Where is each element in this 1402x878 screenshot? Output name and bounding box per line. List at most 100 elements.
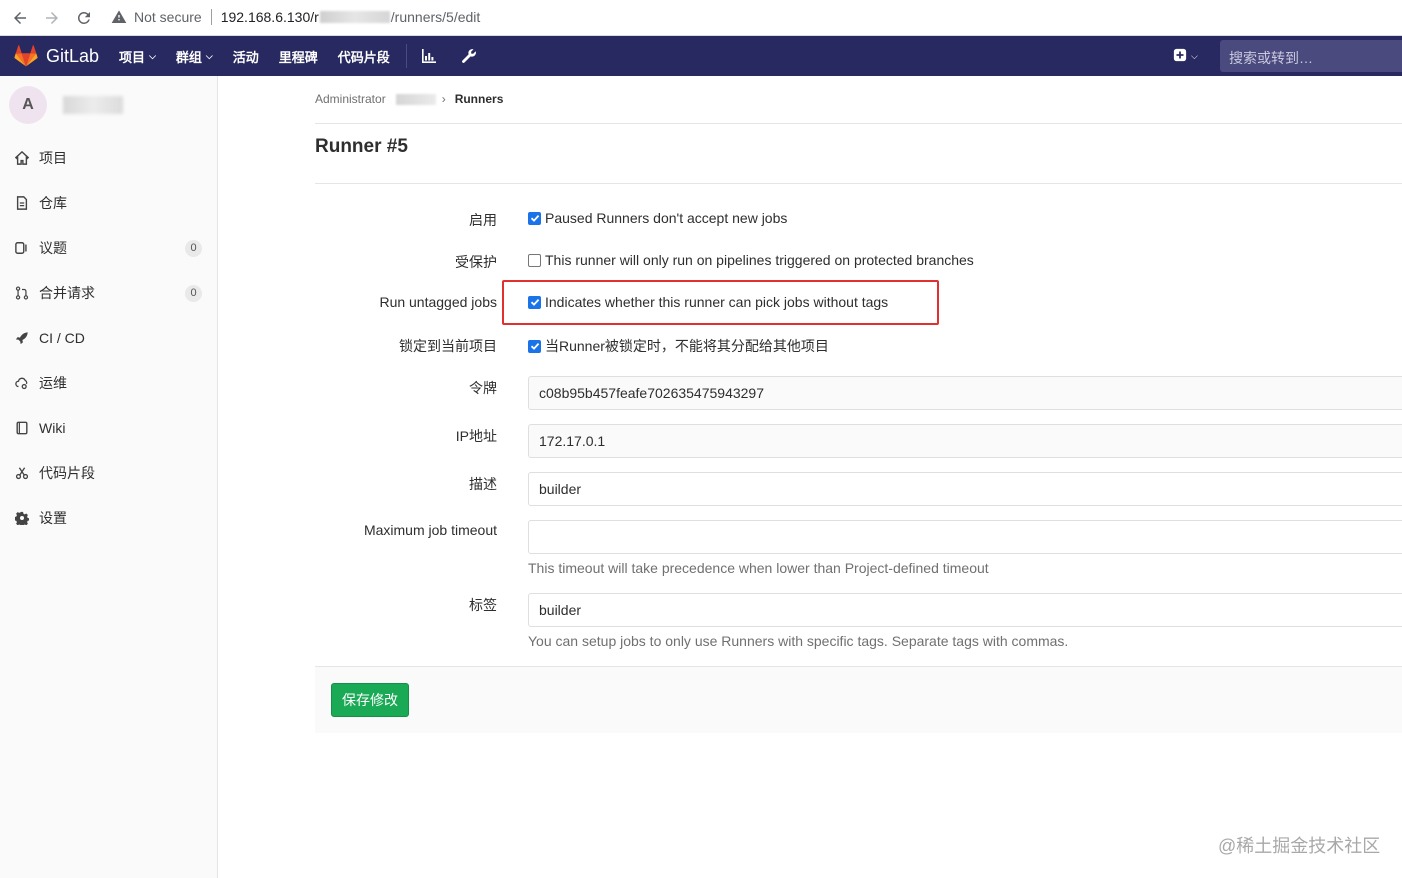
- breadcrumb-divider: [315, 123, 1402, 124]
- title-divider: [315, 183, 1402, 184]
- tanuki-icon: [14, 45, 38, 67]
- gitlab-logo[interactable]: GitLab: [14, 45, 99, 67]
- active-label: 启用: [469, 212, 497, 228]
- new-item-dropdown[interactable]: ⌵: [1173, 48, 1198, 65]
- menu-groups-label: 群组: [175, 49, 202, 65]
- description-field[interactable]: builder: [528, 472, 1402, 506]
- sidebar-item-issues[interactable]: 议题 0: [0, 231, 217, 265]
- menu-activity[interactable]: 活动: [233, 47, 259, 66]
- page-title: Runner #5: [315, 136, 408, 157]
- sidebar-item-merge-requests[interactable]: 合并请求 0: [0, 276, 217, 310]
- locked-checkbox-row[interactable]: 当Runner被锁定时，不能将其分配给其他项目: [528, 336, 829, 356]
- token-label: 令牌: [469, 380, 497, 396]
- menu-snippets-label: 代码片段: [337, 49, 390, 65]
- project-name-redacted: [63, 96, 123, 114]
- wrench-icon[interactable]: [461, 48, 477, 64]
- active-checkbox-row[interactable]: Paused Runners don't accept new jobs: [528, 210, 787, 226]
- protected-checkbox-label: This runner will only run on pipelines t…: [545, 252, 974, 268]
- sidebar-item-project[interactable]: 项目: [0, 141, 217, 175]
- chart-icon[interactable]: [421, 48, 437, 64]
- url-divider: [210, 9, 212, 25]
- tags-field[interactable]: builder: [528, 593, 1402, 627]
- token-field[interactable]: c08b95b457feafe702635475943297: [528, 376, 1402, 410]
- warning-triangle-icon: [110, 8, 128, 26]
- sidebar-item-label: 议题: [39, 240, 67, 256]
- active-checkbox-label: Paused Runners don't accept new jobs: [545, 210, 788, 226]
- locked-checkbox-label: 当Runner被锁定时，不能将其分配给其他项目: [545, 338, 829, 354]
- home-icon: [14, 150, 30, 166]
- merge-requests-count-badge: 0: [185, 284, 202, 302]
- sidebar-item-repository[interactable]: 仓库: [0, 186, 217, 220]
- sidebar-item-label: Wiki: [39, 420, 66, 436]
- chevron-right-icon: ›: [441, 92, 446, 106]
- gitlab-logo-text: GitLab: [46, 45, 100, 66]
- gear-icon: [14, 510, 30, 526]
- sidebar-item-label: 合并请求: [39, 285, 95, 301]
- sidebar-item-label: 仓库: [39, 195, 67, 211]
- sidebar-item-snippets[interactable]: 代码片段: [0, 456, 217, 490]
- menu-projects-label: 项目: [119, 49, 146, 65]
- back-arrow-icon[interactable]: [8, 6, 32, 30]
- sidebar-item-label: CI / CD: [39, 330, 85, 346]
- menu-milestones[interactable]: 里程碑: [279, 47, 318, 66]
- watermark: @稀土掘金技术社区: [1218, 836, 1381, 856]
- run-untagged-label: Run untagged jobs: [379, 294, 497, 310]
- sidebar-project-header[interactable]: A: [0, 76, 217, 134]
- protected-checkbox-row[interactable]: This runner will only run on pipelines t…: [528, 252, 974, 268]
- issues-icon: [14, 240, 30, 256]
- breadcrumb-redacted: [395, 93, 436, 105]
- plus-square-icon: [1173, 48, 1187, 65]
- protected-checkbox[interactable]: [528, 253, 541, 267]
- red-highlight-annotation: [502, 280, 939, 325]
- checkmark-icon: [530, 214, 539, 222]
- book-icon: [14, 420, 30, 436]
- menu-activity-label: 活动: [232, 49, 259, 65]
- ip-label: IP地址: [455, 428, 497, 444]
- timeout-help-text: This timeout will take precedence when l…: [528, 560, 989, 576]
- scissors-icon: [14, 465, 30, 481]
- address-bar[interactable]: Not secure 192.168.6.130/r /runners/5/ed…: [110, 3, 480, 31]
- url-redacted: [319, 11, 390, 23]
- sidebar-item-settings[interactable]: 设置: [0, 501, 217, 535]
- sidebar-item-label: 运维: [39, 375, 67, 391]
- timeout-field[interactable]: [528, 520, 1402, 554]
- form-actions: [315, 666, 1402, 733]
- save-changes-button[interactable]: 保存修改: [331, 683, 409, 717]
- menu-snippets[interactable]: 代码片段: [338, 47, 390, 66]
- sidebar-item-label: 项目: [39, 150, 67, 166]
- merge-request-icon: [14, 285, 30, 301]
- menu-milestones-label: 里程碑: [278, 49, 318, 65]
- tags-label: 标签: [469, 597, 497, 613]
- breadcrumb-current[interactable]: Runners: [455, 92, 504, 106]
- sidebar-item-wiki[interactable]: Wiki: [0, 411, 217, 445]
- sidebar-item-label: 设置: [39, 510, 67, 526]
- menu-projects[interactable]: 项目 ⌵: [119, 47, 156, 66]
- project-sidebar: A 项目 仓库 议题 0 合并请求 0 CI / CD 运维 Wiki 代码片段…: [0, 76, 218, 878]
- issues-count-badge: 0: [185, 239, 202, 257]
- chevron-down-icon: ⌵: [205, 50, 213, 61]
- locked-label: 锁定到当前项目: [399, 338, 497, 354]
- doc-icon: [14, 195, 30, 211]
- gitlab-navbar: GitLab 项目 ⌵ 群组 ⌵ 活动 里程碑 代码片段 ⌵ 搜索或转到…: [0, 36, 1402, 76]
- breadcrumb-root[interactable]: Administrator: [315, 92, 386, 106]
- checkmark-icon: [530, 342, 539, 350]
- forward-arrow-icon[interactable]: [40, 6, 64, 30]
- menu-divider: [405, 44, 407, 68]
- description-label: 描述: [469, 476, 497, 492]
- timeout-label: Maximum job timeout: [363, 522, 497, 538]
- url-host: 192.168.6.130/r: [220, 9, 319, 25]
- ip-address-field[interactable]: 172.17.0.1: [528, 424, 1402, 458]
- browser-toolbar: Not secure 192.168.6.130/r /runners/5/ed…: [0, 0, 1402, 36]
- rocket-icon: [14, 330, 30, 346]
- sidebar-item-ci-cd[interactable]: CI / CD: [0, 321, 217, 355]
- search-input[interactable]: 搜索或转到…: [1220, 40, 1402, 72]
- not-secure-label: Not secure: [134, 9, 202, 25]
- menu-groups[interactable]: 群组 ⌵: [176, 47, 213, 66]
- locked-checkbox[interactable]: [528, 339, 541, 353]
- sidebar-item-operations[interactable]: 运维: [0, 366, 217, 400]
- active-checkbox[interactable]: [528, 211, 541, 225]
- breadcrumb: Administrator › Runners: [315, 92, 503, 106]
- reload-icon[interactable]: [72, 6, 96, 30]
- cloud-gear-icon: [14, 375, 30, 391]
- chevron-down-icon: ⌵: [149, 50, 156, 61]
